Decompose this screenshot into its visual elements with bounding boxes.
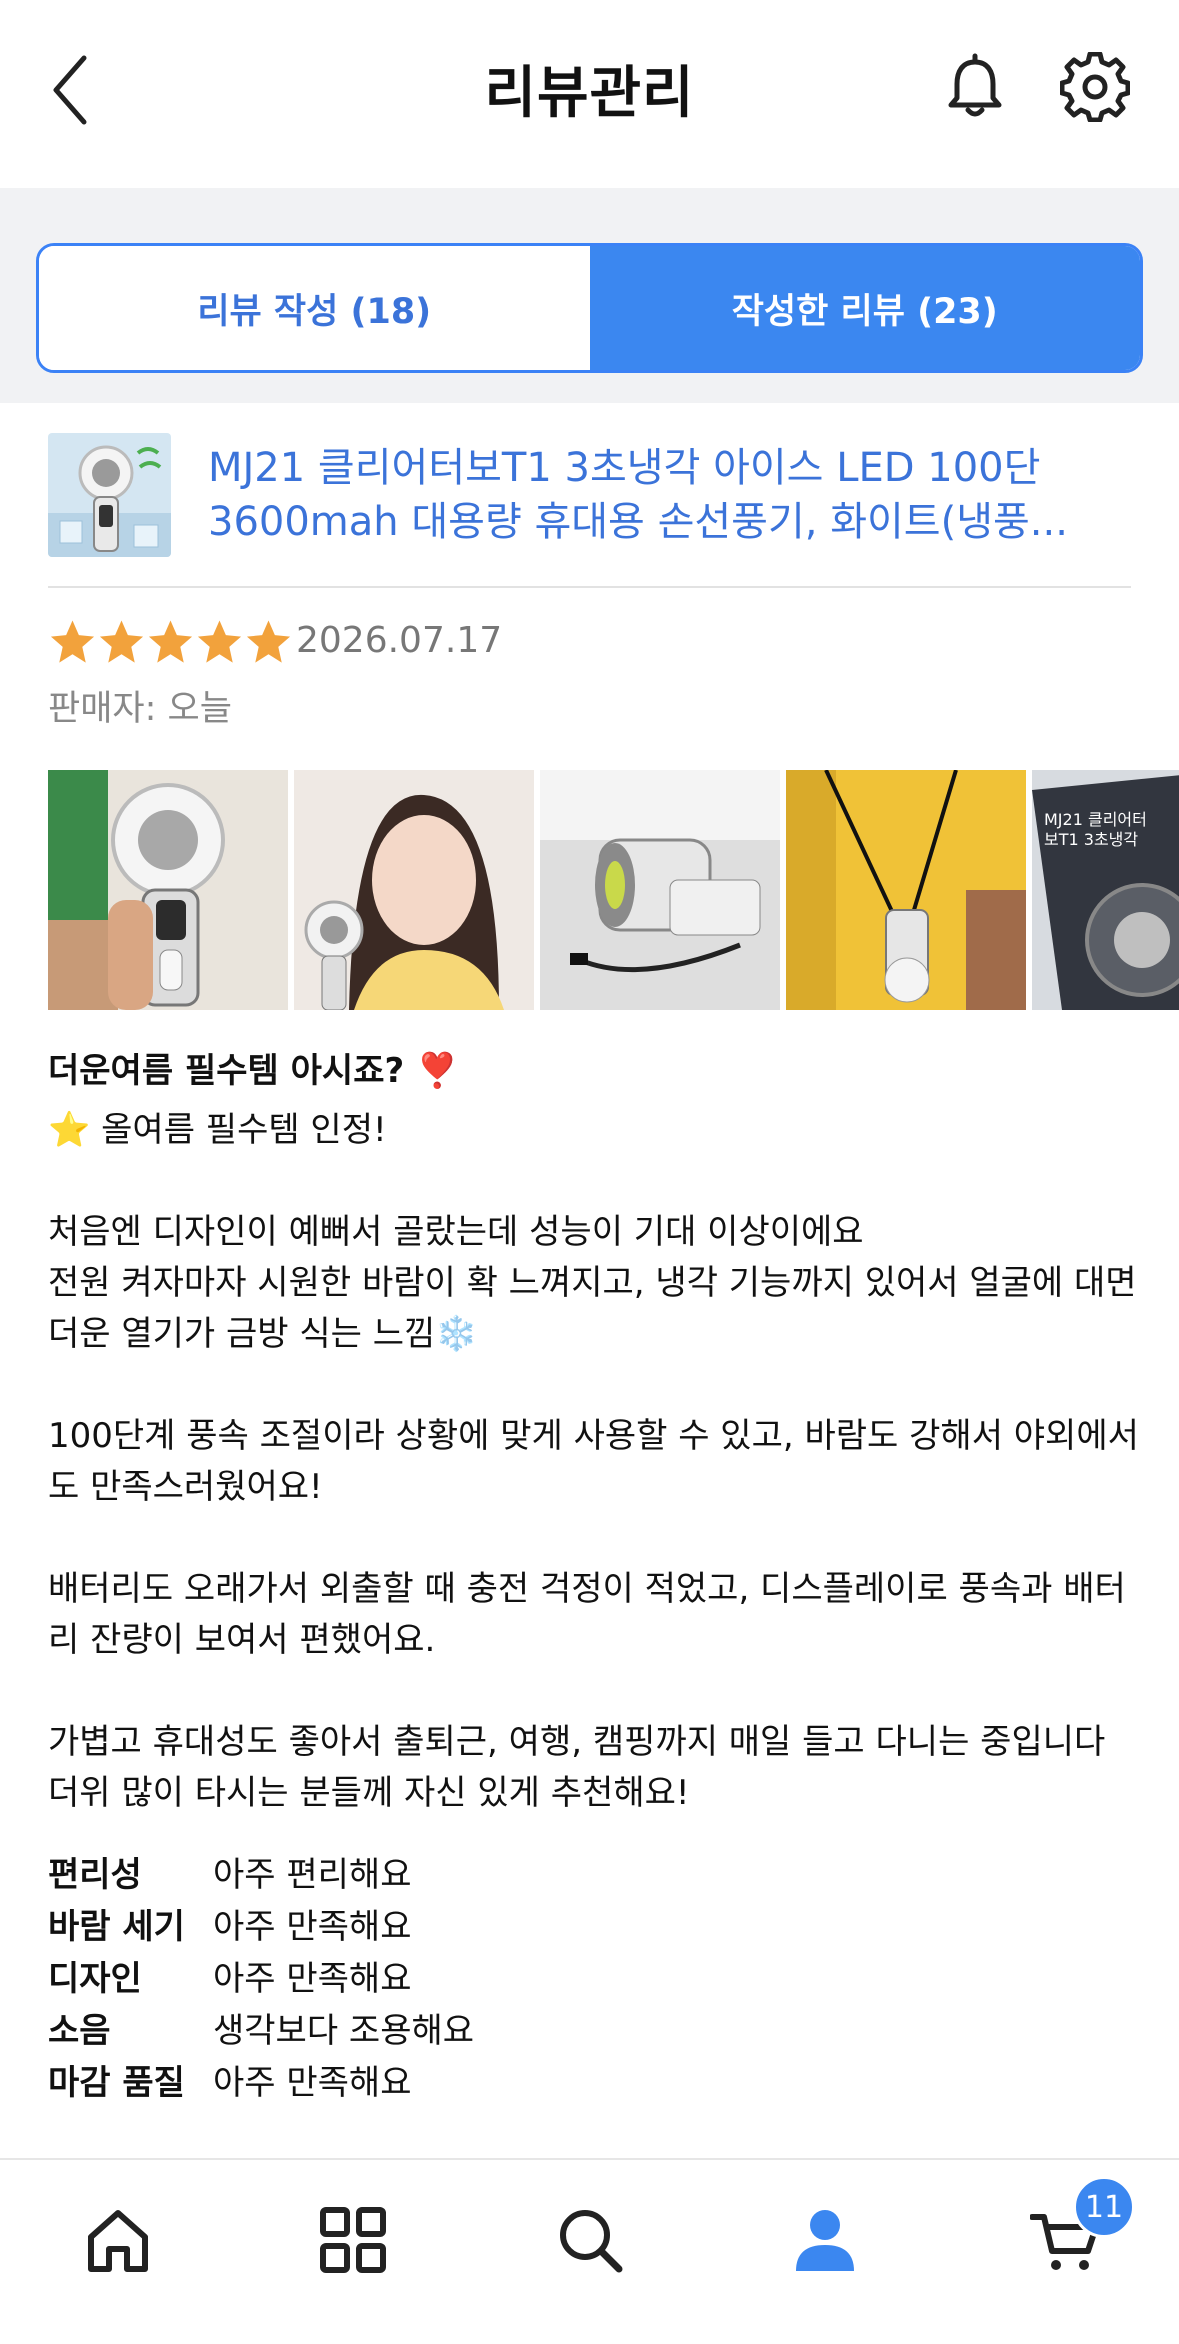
nav-home[interactable] bbox=[78, 2200, 158, 2280]
star-icon bbox=[148, 620, 193, 663]
review-photo[interactable] bbox=[786, 770, 1026, 1010]
star-icon bbox=[50, 620, 95, 663]
svg-text:MJ21 클리어터: MJ21 클리어터 bbox=[1044, 810, 1147, 829]
review-photo[interactable]: MJ21 클리어터 보T1 3초냉각 bbox=[1032, 770, 1179, 1010]
product-summary[interactable]: MJ21 클리어터보T1 3초냉각 아이스 LED 100단 3600mah 대… bbox=[48, 433, 1131, 588]
home-icon bbox=[88, 2210, 148, 2272]
product-name-line-1: MJ21 클리어터보T1 3초냉각 아이스 LED 100단 bbox=[208, 445, 1041, 491]
tab-written-reviews[interactable]: 작성한 리뷰 (23) bbox=[589, 246, 1140, 370]
attribute-label: 편리성 bbox=[48, 1854, 142, 1895]
review-date: 2026.07.17 bbox=[296, 620, 503, 661]
product-name[interactable]: MJ21 클리어터보T1 3초냉각 아이스 LED 100단 3600mah 대… bbox=[208, 441, 1148, 549]
rating-stars bbox=[48, 617, 293, 667]
notifications-button[interactable] bbox=[940, 52, 1010, 122]
review-body: ⭐ 올여름 필수템 인정! 처음엔 디자인이 예뻐서 골랐는데 성능이 기대 이… bbox=[48, 1110, 1139, 1813]
grid-icon bbox=[320, 2207, 386, 2273]
cart-count-badge: 11 bbox=[1073, 2176, 1135, 2238]
nav-search[interactable] bbox=[550, 2200, 630, 2280]
review-photo[interactable] bbox=[540, 770, 780, 1010]
tab-write-review[interactable]: 리뷰 작성 (18) bbox=[39, 246, 590, 370]
attribute-label: 소음 bbox=[48, 2010, 111, 2051]
attribute-value: 아주 만족해요 bbox=[213, 2062, 412, 2103]
seller-name: 판매자: 오늘 bbox=[48, 689, 232, 729]
attribute-label: 바람 세기 bbox=[48, 1906, 185, 1947]
bell-icon bbox=[948, 53, 1002, 117]
star-icon bbox=[246, 620, 291, 663]
review-title: 더운여름 필수템 아시죠? ❣️ bbox=[48, 1051, 459, 1091]
attribute-label: 마감 품질 bbox=[48, 2062, 185, 2103]
settings-button[interactable] bbox=[1059, 51, 1131, 123]
svg-text:보T1 3초냉각: 보T1 3초냉각 bbox=[1044, 830, 1138, 849]
attribute-value: 아주 만족해요 bbox=[213, 1906, 412, 1947]
attribute-row: 바람 세기 아주 만족해요 bbox=[48, 1897, 748, 1949]
nav-my-page[interactable] bbox=[785, 2200, 865, 2280]
attribute-row: 마감 품질 아주 만족해요 bbox=[48, 2053, 748, 2105]
search-icon bbox=[560, 2210, 623, 2273]
attribute-value: 생각보다 조용해요 bbox=[213, 2010, 475, 2051]
attribute-row: 디자인 아주 만족해요 bbox=[48, 1949, 748, 2001]
attribute-label: 디자인 bbox=[48, 1958, 142, 1999]
product-name-line-2: 3600mah 대용량 휴대용 손선풍기, 화이트(냉풍... bbox=[208, 499, 1068, 545]
attribute-row: 편리성 아주 편리해요 bbox=[48, 1845, 748, 1897]
attribute-row: 소음 생각보다 조용해요 bbox=[48, 2001, 748, 2053]
product-thumbnail bbox=[48, 433, 171, 557]
bottom-navigation bbox=[0, 2158, 1179, 2344]
review-photos: MJ21 클리어터 보T1 3초냉각 bbox=[48, 770, 1179, 1010]
review-photo[interactable] bbox=[294, 770, 534, 1010]
review-attributes: 편리성 아주 편리해요 바람 세기 아주 만족해요 디자인 아주 만족해요 소음… bbox=[48, 1845, 748, 2105]
star-icon bbox=[197, 620, 242, 663]
nav-categories[interactable] bbox=[313, 2200, 393, 2280]
gear-icon bbox=[1059, 51, 1131, 123]
review-tabs: 리뷰 작성 (18) 작성한 리뷰 (23) bbox=[36, 243, 1143, 373]
user-icon bbox=[796, 2210, 854, 2271]
review-photo[interactable] bbox=[48, 770, 288, 1010]
star-icon bbox=[99, 620, 144, 663]
attribute-value: 아주 편리해요 bbox=[213, 1854, 412, 1895]
attribute-value: 아주 만족해요 bbox=[213, 1958, 412, 1999]
header: 리뷰관리 bbox=[0, 0, 1179, 185]
